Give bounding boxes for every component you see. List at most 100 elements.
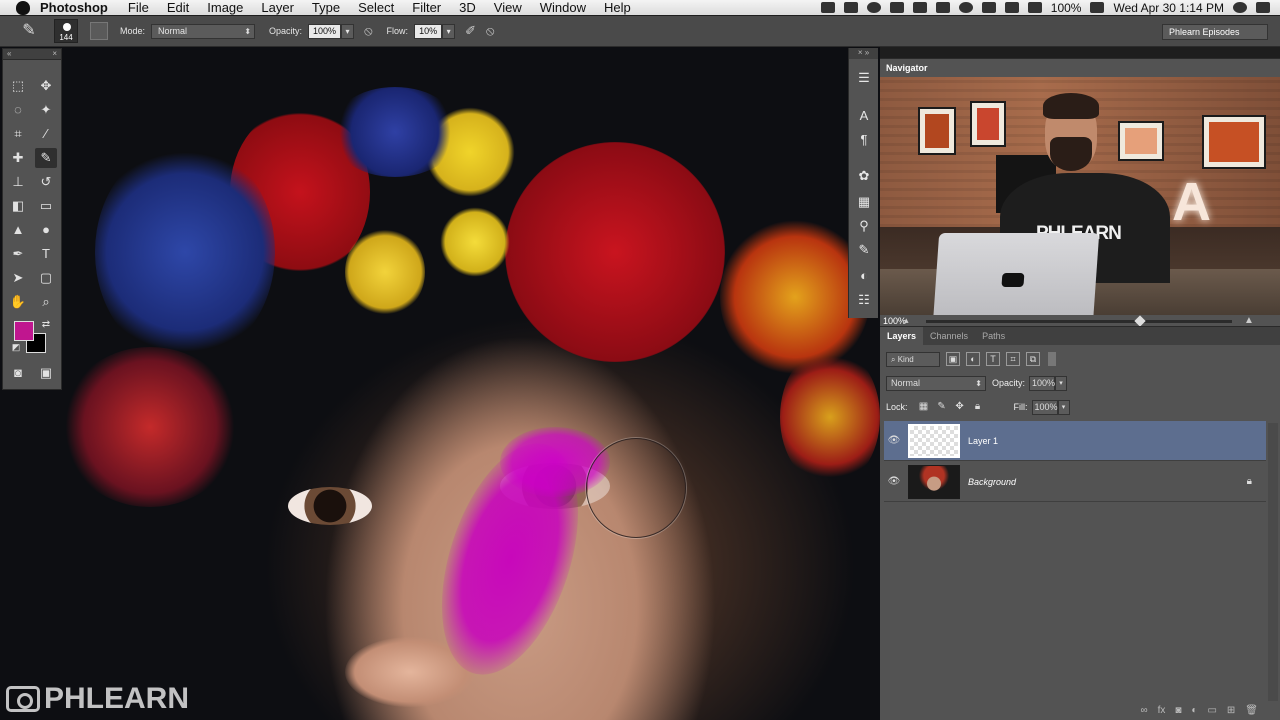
apple-icon[interactable] [16, 0, 30, 15]
flow-input[interactable]: 10% [414, 23, 443, 39]
quick-mask-icon[interactable]: ◙ [7, 363, 29, 383]
paragraph-panel-icon[interactable]: ¶ [853, 130, 875, 150]
layer-name[interactable]: Background [968, 477, 1016, 487]
menu-layer[interactable]: Layer [261, 0, 294, 15]
dock-header[interactable]: × » [849, 48, 878, 59]
gradient-tool-icon[interactable]: ▭ [35, 196, 57, 216]
evernote-icon[interactable] [912, 2, 927, 13]
filter-toggle-switch[interactable] [1048, 352, 1056, 366]
layers-scrollbar[interactable] [1268, 423, 1278, 701]
new-group-icon[interactable]: ▭ [1207, 705, 1216, 716]
kind-filter-select[interactable]: ⌕ Kind [886, 351, 940, 367]
eraser-tool-icon[interactable]: ◧ [7, 196, 29, 216]
eyedropper-tool-icon[interactable]: ⁄ [35, 124, 57, 144]
properties-panel-icon[interactable]: ☷ [853, 290, 875, 310]
opacity-input[interactable]: 100% [308, 23, 342, 39]
lock-position-icon[interactable]: ✥ [954, 401, 966, 413]
link-layers-icon[interactable]: ∞ [1140, 705, 1147, 716]
pen-tool-icon[interactable]: ✒ [7, 244, 29, 264]
sync-icon[interactable] [866, 2, 881, 13]
tool-presets-icon[interactable]: ✎ [853, 240, 875, 260]
smart-object-filter-icon[interactable]: ⧉ [1026, 352, 1040, 366]
menu-edit[interactable]: Edit [167, 0, 189, 15]
document-canvas[interactable]: PHLEARN [0, 47, 880, 720]
layer-opacity-input[interactable]: 100% [1029, 375, 1055, 391]
opacity-dropdown[interactable]: ▾ [341, 23, 355, 39]
brush-tool-icon[interactable]: ✎ [35, 148, 57, 168]
clock[interactable]: Wed Apr 30 1:14 PM [1113, 1, 1224, 15]
time-machine-icon[interactable] [958, 2, 973, 13]
brush-tool-preset-icon[interactable]: ✎ [18, 20, 40, 42]
hand-tool-icon[interactable]: ✋ [7, 292, 29, 312]
visibility-eye-icon[interactable]: 👁︎ [884, 476, 904, 487]
lock-all-icon[interactable]: 🔒︎ [972, 401, 984, 413]
blur-tool-icon[interactable]: ▲ [7, 220, 29, 240]
delete-layer-icon[interactable]: 🗑︎ [1245, 705, 1258, 716]
path-selection-tool-icon[interactable]: ➤ [7, 268, 29, 288]
crop-tool-icon[interactable]: ⌗ [7, 124, 29, 144]
blend-mode-select[interactable]: Normal [886, 375, 986, 391]
menu-help[interactable]: Help [604, 0, 631, 15]
zoom-in-icon[interactable]: ▲ [1244, 315, 1258, 326]
tab-channels[interactable]: Channels [923, 327, 975, 345]
lock-image-icon[interactable]: ✎ [936, 401, 948, 413]
adjustments-panel-icon[interactable]: ◐ [853, 266, 875, 286]
move-tool-icon[interactable]: ✥ [35, 76, 57, 96]
brush-preset-picker[interactable]: 144 [54, 19, 78, 43]
workspace-switcher[interactable]: Phlearn Episodes [1162, 24, 1268, 40]
layer-row-background[interactable]: 👁︎ Background 🔒︎ [884, 462, 1266, 502]
type-tool-icon[interactable]: T [35, 244, 57, 264]
lock-transparent-icon[interactable]: ▦ [918, 401, 930, 413]
new-adjustment-layer-icon[interactable]: ◐ [1191, 705, 1197, 716]
dropbox-icon[interactable] [843, 2, 858, 13]
menu-file[interactable]: File [128, 0, 149, 15]
marquee-tool-icon[interactable]: ⬚ [7, 76, 29, 96]
brush-presets-icon[interactable]: ✿ [853, 166, 875, 186]
layer-style-fx-icon[interactable]: fx [1158, 705, 1166, 716]
brush-panel-toggle[interactable] [90, 22, 108, 40]
dodge-tool-icon[interactable]: ● [35, 220, 57, 240]
menu-window[interactable]: Window [540, 0, 586, 15]
character-panel-icon[interactable]: A [853, 106, 875, 126]
tab-layers[interactable]: Layers [880, 327, 924, 345]
wifi-icon[interactable] [1004, 2, 1019, 13]
volume-icon[interactable] [1027, 2, 1042, 13]
bluetooth-icon[interactable] [981, 2, 996, 13]
lasso-tool-icon[interactable]: ◌ [7, 100, 29, 120]
shape-tool-icon[interactable]: ▢ [35, 268, 57, 288]
swap-colors-icon[interactable]: ⇄ [35, 315, 57, 335]
menu-type[interactable]: Type [312, 0, 340, 15]
history-brush-tool-icon[interactable]: ↺ [35, 172, 57, 192]
tab-navigator[interactable]: Navigator [880, 59, 934, 77]
zoom-out-icon[interactable]: ▴ [904, 315, 918, 325]
new-layer-icon[interactable]: ⊞ [1227, 705, 1235, 716]
zoom-tool-icon[interactable]: ⌕ [35, 292, 57, 312]
screen-record-icon[interactable] [820, 2, 835, 13]
add-mask-icon[interactable]: ◙ [1175, 705, 1181, 716]
layer-name[interactable]: Layer 1 [968, 436, 998, 446]
zoom-slider-knob[interactable] [1134, 315, 1146, 327]
battery-icon[interactable] [1090, 2, 1105, 13]
mode-select[interactable]: Normal [151, 23, 256, 39]
screen-mode-icon[interactable]: ▣ [35, 363, 57, 383]
default-colors-icon[interactable]: ◩ [5, 337, 27, 357]
magic-wand-tool-icon[interactable]: ✦ [35, 100, 57, 120]
shape-filter-icon[interactable]: ⌗ [1006, 352, 1020, 366]
menu-3d[interactable]: 3D [459, 0, 476, 15]
type-filter-icon[interactable]: T [986, 352, 1000, 366]
menu-view[interactable]: View [494, 0, 522, 15]
tab-paths[interactable]: Paths [975, 327, 1012, 345]
clone-source-icon[interactable]: ⚲ [853, 216, 875, 236]
fill-dropdown[interactable]: ▾ [1057, 399, 1070, 415]
menu-image[interactable]: Image [207, 0, 243, 15]
layer-opacity-dropdown[interactable]: ▾ [1055, 375, 1068, 391]
adjustment-filter-icon[interactable]: ◐ [966, 352, 980, 366]
clone-stamp-tool-icon[interactable]: ⊥ [7, 172, 29, 192]
notification-icon[interactable] [889, 2, 904, 13]
image-capture-icon[interactable] [935, 2, 950, 13]
tools-panel-header[interactable]: «× [3, 49, 61, 60]
spotlight-search-icon[interactable] [1233, 2, 1247, 13]
flow-dropdown[interactable]: ▾ [442, 23, 456, 39]
airbrush-icon[interactable]: ✐ [465, 23, 476, 39]
app-menu[interactable]: Photoshop [40, 0, 108, 15]
